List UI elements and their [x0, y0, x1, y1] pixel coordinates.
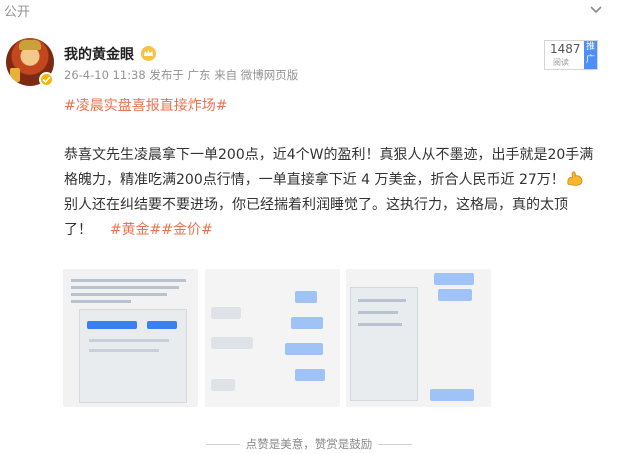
post-paragraph: 恭喜文先生凌晨拿下一单200点，近4个W的盈利！真狠人从不墨迹，出手就是20手满…	[64, 143, 604, 193]
visibility-label: 公开	[4, 5, 31, 20]
flexed-biceps-emoji	[565, 170, 585, 188]
post-text-1: 恭喜文先生凌晨拿下一单200点，近4个W的盈利！真狠人从不墨迹，出手就是20手满…	[64, 147, 594, 188]
chevron-down-icon[interactable]	[588, 3, 604, 17]
post-meta: 26-4-10 11:38 发布于 广东 来自 微博网页版	[64, 67, 298, 83]
author-name[interactable]: 我的黄金眼	[64, 44, 134, 64]
read-count-box: 1487 阅读 推广	[544, 40, 598, 70]
read-count: 1487	[550, 42, 581, 56]
footer-text: 点赞是美意，赞赏是鼓励	[245, 437, 373, 451]
promote-button[interactable]: 推广	[584, 41, 597, 69]
photo-thumbnail[interactable]	[205, 269, 340, 407]
photo-grid	[63, 269, 491, 407]
footer-tip: 点赞是美意，赞赏是鼓励	[0, 436, 618, 452]
topic-link[interactable]: #凌晨实盘喜报直接炸场#	[64, 95, 227, 115]
hashtag-links[interactable]: #黄金##金价#	[110, 222, 213, 238]
post-location: 发布于 广东	[149, 68, 211, 82]
photo-thumbnail[interactable]	[346, 269, 491, 407]
read-label: 阅读	[553, 58, 569, 67]
post-paragraph: 别人还在纠结要不要进场，你已经揣着利润睡觉了。这执行力，这格局，真的太顶了！ #…	[64, 193, 604, 243]
top-bar: 公开	[0, 0, 618, 24]
crown-icon[interactable]	[140, 45, 157, 61]
photo-thumbnail[interactable]	[63, 269, 198, 407]
post-body: 恭喜文先生凌晨拿下一单200点，近4个W的盈利！真狠人从不墨迹，出手就是20手满…	[64, 143, 604, 243]
post-source: 来自 微博网页版	[214, 68, 299, 82]
verified-badge-icon	[39, 72, 54, 87]
post-date[interactable]: 26-4-10 11:38	[64, 68, 146, 82]
